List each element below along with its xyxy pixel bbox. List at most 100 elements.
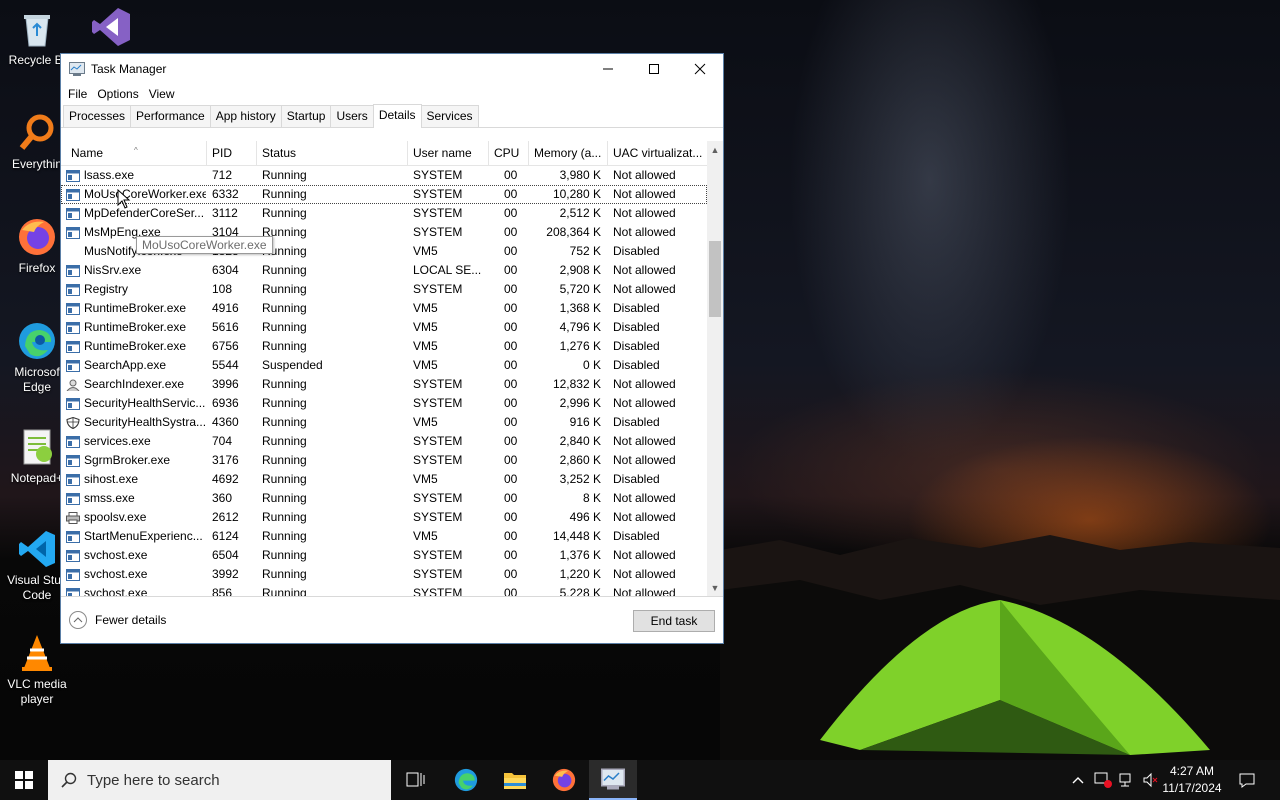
scroll-thumb[interactable] [709, 241, 721, 317]
tab-services[interactable]: Services [420, 105, 479, 127]
app-window-icon [66, 169, 80, 182]
cpu-cell: 00 [504, 187, 518, 201]
tab-startup[interactable]: Startup [280, 105, 332, 127]
pid-cell: 108 [212, 282, 233, 296]
process-name-cell: Registry [66, 280, 206, 299]
column-header-uac[interactable]: UAC virtualizat... [608, 141, 707, 165]
minimize-button[interactable] [585, 54, 631, 83]
taskbar-firefox[interactable] [540, 760, 588, 800]
process-row[interactable]: smss.exe 360 Running SYSTEM 00 8 K Not allowed [61, 489, 707, 508]
tray-volume-icon[interactable] [1140, 760, 1162, 800]
window-footer: Fewer details End task [61, 597, 723, 643]
taskbar-file-explorer[interactable] [491, 760, 539, 800]
column-header-memory[interactable]: Memory (a... [529, 141, 608, 165]
search-placeholder: Type here to search [87, 771, 220, 789]
task-manager-icon [69, 61, 85, 76]
recycle-bin-icon [16, 8, 58, 50]
uac-cell: Disabled [613, 320, 660, 334]
column-header-cpu[interactable]: CPU [489, 141, 529, 165]
cpu-cell: 00 [504, 548, 518, 562]
tray-network-icon[interactable] [1116, 760, 1138, 800]
uac-cell: Not allowed [613, 586, 676, 597]
tab-processes[interactable]: Processes [63, 105, 132, 127]
show-hidden-icons-button[interactable] [1068, 760, 1088, 800]
taskbar-search-box[interactable]: Type here to search [48, 760, 391, 800]
process-name-cell: MpDefenderCoreSer... [66, 204, 206, 223]
maximize-button[interactable] [631, 54, 677, 83]
process-name-cell: MoUsoCoreWorker.exe [66, 185, 206, 204]
menu-options[interactable]: Options [92, 87, 143, 101]
pid-cell: 5616 [212, 320, 239, 334]
process-row[interactable]: sihost.exe 4692 Running VM5 00 3,252 K Disable… [61, 470, 707, 489]
scroll-up-icon[interactable]: ▲ [707, 141, 723, 158]
process-row[interactable]: svchost.exe 856 Running SYSTEM 00 5,228 K Not … [61, 584, 707, 597]
uac-cell: Not allowed [613, 206, 676, 220]
tab-details[interactable]: Details [372, 104, 422, 128]
uac-cell: Not allowed [613, 491, 676, 505]
process-row[interactable]: SgrmBroker.exe 3176 Running SYSTEM 00 2,860 K… [61, 451, 707, 470]
user-name-cell: SYSTEM [413, 567, 463, 581]
fewer-details-button[interactable]: Fewer details [69, 611, 166, 629]
taskbar-task-manager[interactable] [589, 760, 637, 800]
printer-icon [66, 511, 80, 524]
process-row[interactable]: NisSrv.exe 6304 Running LOCAL SE... 00 2,908 … [61, 261, 707, 280]
process-row[interactable]: SecurityHealthSystra... 4360 Running VM5 00 9… [61, 413, 707, 432]
process-name: Registry [84, 282, 129, 296]
cpu-cell: 00 [504, 510, 518, 524]
process-row[interactable]: MoUsoCoreWorker.exe 6332 Running SYSTEM 00 10… [61, 185, 707, 204]
pid-cell: 6504 [212, 548, 239, 562]
uac-cell: Disabled [613, 415, 660, 429]
user-name-cell: VM5 [413, 339, 438, 353]
tab-performance[interactable]: Performance [130, 105, 211, 127]
start-button[interactable] [0, 760, 48, 800]
cpu-cell: 00 [504, 206, 518, 220]
close-button[interactable] [677, 54, 723, 83]
vertical-scrollbar[interactable]: ▲ ▼ [707, 141, 723, 596]
status-cell: Running [262, 206, 307, 220]
scroll-down-icon[interactable]: ▼ [707, 579, 723, 596]
memory-cell: 1,368 K [559, 301, 601, 315]
process-row[interactable]: spoolsv.exe 2612 Running SYSTEM 00 496 K Not a… [61, 508, 707, 527]
cpu-cell: 00 [504, 491, 518, 505]
process-row[interactable]: services.exe 704 Running SYSTEM 00 2,840 K Not… [61, 432, 707, 451]
process-row[interactable]: Registry 108 Running SYSTEM 00 5,720 K Not all… [61, 280, 707, 299]
pid-cell: 6936 [212, 396, 239, 410]
process-row[interactable]: svchost.exe 6504 Running SYSTEM 00 1,376 K Not… [61, 546, 707, 565]
status-cell: Running [262, 491, 307, 505]
process-name: svchost.exe [84, 548, 148, 562]
column-header-name[interactable]: ^ Name [66, 141, 207, 165]
process-row[interactable]: RuntimeBroker.exe 4916 Running VM5 00 1,368 K… [61, 299, 707, 318]
taskbar-clock[interactable]: 4:27 AM 11/17/2024 [1160, 763, 1224, 797]
end-task-button[interactable]: End task [633, 610, 715, 632]
cpu-cell: 00 [504, 358, 518, 372]
cpu-cell: 00 [504, 301, 518, 315]
process-row[interactable]: svchost.exe 3992 Running SYSTEM 00 1,220 K Not… [61, 565, 707, 584]
taskbar-edge[interactable] [442, 760, 490, 800]
process-row[interactable]: SearchApp.exe 5544 Suspended VM5 00 0 K Disabl… [61, 356, 707, 375]
process-row[interactable]: MpDefenderCoreSer... 3112 Running SYSTEM 00 2… [61, 204, 707, 223]
user-name-cell: SYSTEM [413, 453, 463, 467]
process-name: services.exe [84, 434, 151, 448]
process-row[interactable]: SecurityHealthServic... 6936 Running SYSTEM… [61, 394, 707, 413]
desktop-icon-visual-studio[interactable] [74, 6, 148, 51]
pid-cell: 360 [212, 491, 233, 505]
menu-view[interactable]: View [144, 87, 180, 101]
sort-arrow-icon: ^ [134, 146, 138, 155]
process-row[interactable]: StartMenuExperienc... 6124 Running VM5 00 14,… [61, 527, 707, 546]
column-header-pid[interactable]: PID [207, 141, 257, 165]
notification-center-button[interactable] [1234, 760, 1260, 800]
process-row[interactable]: SearchIndexer.exe 3996 Running SYSTEM 00 12,8… [61, 375, 707, 394]
tab-app-history[interactable]: App history [209, 105, 282, 127]
column-header-status[interactable]: Status [257, 141, 408, 165]
tray-security-icon[interactable] [1092, 760, 1114, 800]
app-window-icon [66, 359, 80, 372]
process-row[interactable]: RuntimeBroker.exe 5616 Running VM5 00 4,796 K… [61, 318, 707, 337]
title-bar[interactable]: Task Manager [61, 54, 723, 83]
column-header-user-name[interactable]: User name [408, 141, 489, 165]
process-row[interactable]: RuntimeBroker.exe 6756 Running VM5 00 1,276 K… [61, 337, 707, 356]
process-row[interactable]: lsass.exe 712 Running SYSTEM 00 3,980 K Not al… [61, 166, 707, 185]
menu-file[interactable]: File [63, 87, 92, 101]
task-view-button[interactable] [392, 760, 440, 800]
tab-users[interactable]: Users [330, 105, 374, 127]
pid-cell: 4692 [212, 472, 239, 486]
